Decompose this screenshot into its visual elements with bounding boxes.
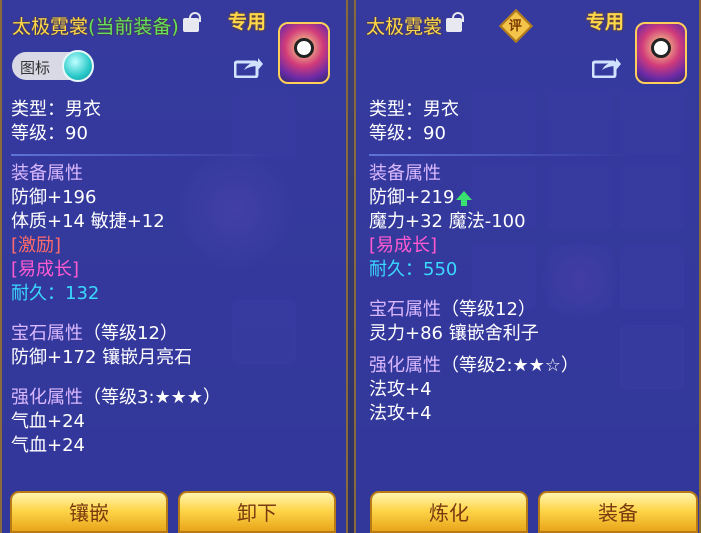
icon-toggle[interactable]: 图标 [12, 50, 94, 82]
up-arrow-icon [456, 191, 473, 206]
compare-item-panel: 太极霓裳 评 专用 类型：男衣 等级：90 装备属性 防御+219 魔力+32 … [354, 0, 701, 533]
equip-button[interactable]: 装备 [538, 491, 698, 533]
item-title: 太极霓裳(当前装备) [12, 12, 201, 39]
toggle-knob [62, 50, 94, 82]
current-equipment-panel: 太极霓裳(当前装备) 专用 图标 类型：男衣 等级：90 装备属性 防御+196… [0, 0, 348, 533]
durability-value: 132 [65, 283, 100, 304]
level-line: 等级：90 [369, 123, 446, 144]
gem-header: 宝石属性 [369, 299, 441, 320]
mask-avatar [278, 22, 330, 84]
durability-line: 耐久：550 [369, 258, 699, 282]
durability-label: 耐久： [11, 283, 65, 304]
special-inspire: [激励] [11, 235, 62, 256]
item-details: 类型：男衣 等级：90 装备属性 防御+196 体质+14 敏捷+12 [激励]… [11, 98, 341, 490]
equip-attr-2: 魔力+32 魔法-100 [369, 211, 526, 232]
enhance-attr-1: 气血+24 [11, 411, 85, 432]
exclusive-label: 专用 [228, 11, 267, 33]
item-name: 太极霓裳 [12, 16, 89, 38]
equip-attr-1-line: 防御+219 [369, 186, 699, 210]
enhance-level: （等级3:★★★） [83, 387, 221, 408]
gem-attr: 灵力+86 镶嵌舍利子 [369, 323, 539, 344]
lock-icon[interactable] [182, 12, 201, 32]
durability-value: 550 [423, 259, 458, 280]
refine-button[interactable]: 炼化 [370, 491, 528, 533]
lock-icon[interactable] [446, 12, 465, 32]
equip-attr-header: 装备属性 [369, 163, 441, 184]
enhance-header-line: 强化属性（等级2:★★☆） [369, 354, 699, 378]
equip-attr-header: 装备属性 [11, 163, 83, 184]
icon-toggle-label: 图标 [20, 59, 51, 77]
review-badge[interactable]: 评 [499, 9, 533, 43]
divider [11, 154, 271, 156]
type-line: 类型：男衣 [11, 99, 101, 120]
equipped-tag: (当前装备) [88, 16, 179, 38]
level-line: 等级：90 [11, 123, 88, 144]
share-icon[interactable] [234, 56, 264, 78]
enhance-header-line: 强化属性（等级3:★★★） [11, 386, 341, 410]
gem-level: （等级12） [83, 323, 178, 344]
enhance-attr-2: 法攻+4 [369, 403, 432, 424]
type-line: 类型：男衣 [369, 99, 459, 120]
enhance-level: （等级2:★★☆） [441, 355, 579, 376]
equip-attr-2: 体质+14 敏捷+12 [11, 211, 165, 232]
share-icon[interactable] [592, 56, 622, 78]
special-growth: [易成长] [369, 235, 438, 256]
special-growth: [易成长] [11, 259, 80, 280]
durability-line: 耐久：132 [11, 282, 341, 306]
durability-label: 耐久： [369, 259, 423, 280]
enhance-header: 强化属性 [369, 355, 441, 376]
item-name: 太极霓裳 [366, 16, 443, 38]
equip-attr-1: 防御+196 [11, 187, 97, 208]
unequip-button[interactable]: 卸下 [178, 491, 336, 533]
gem-header-line: 宝石属性（等级12） [369, 298, 699, 322]
enhance-header: 强化属性 [11, 387, 83, 408]
equip-attr-1: 防御+219 [369, 187, 455, 208]
enhance-attr-2: 气血+24 [11, 435, 85, 456]
gem-header-line: 宝石属性（等级12） [11, 322, 341, 346]
item-title: 太极霓裳 [366, 12, 465, 39]
inlay-button[interactable]: 镶嵌 [10, 491, 168, 533]
gem-attr: 防御+172 镶嵌月亮石 [11, 347, 193, 368]
gem-header: 宝石属性 [11, 323, 83, 344]
exclusive-label: 专用 [586, 11, 625, 33]
enhance-attr-1: 法攻+4 [369, 379, 432, 400]
review-badge-label: 评 [508, 19, 522, 35]
item-details: 类型：男衣 等级：90 装备属性 防御+219 魔力+32 魔法-100 [易成… [369, 98, 699, 490]
divider [369, 154, 629, 156]
mask-avatar [635, 22, 687, 84]
gem-level: （等级12） [441, 299, 536, 320]
